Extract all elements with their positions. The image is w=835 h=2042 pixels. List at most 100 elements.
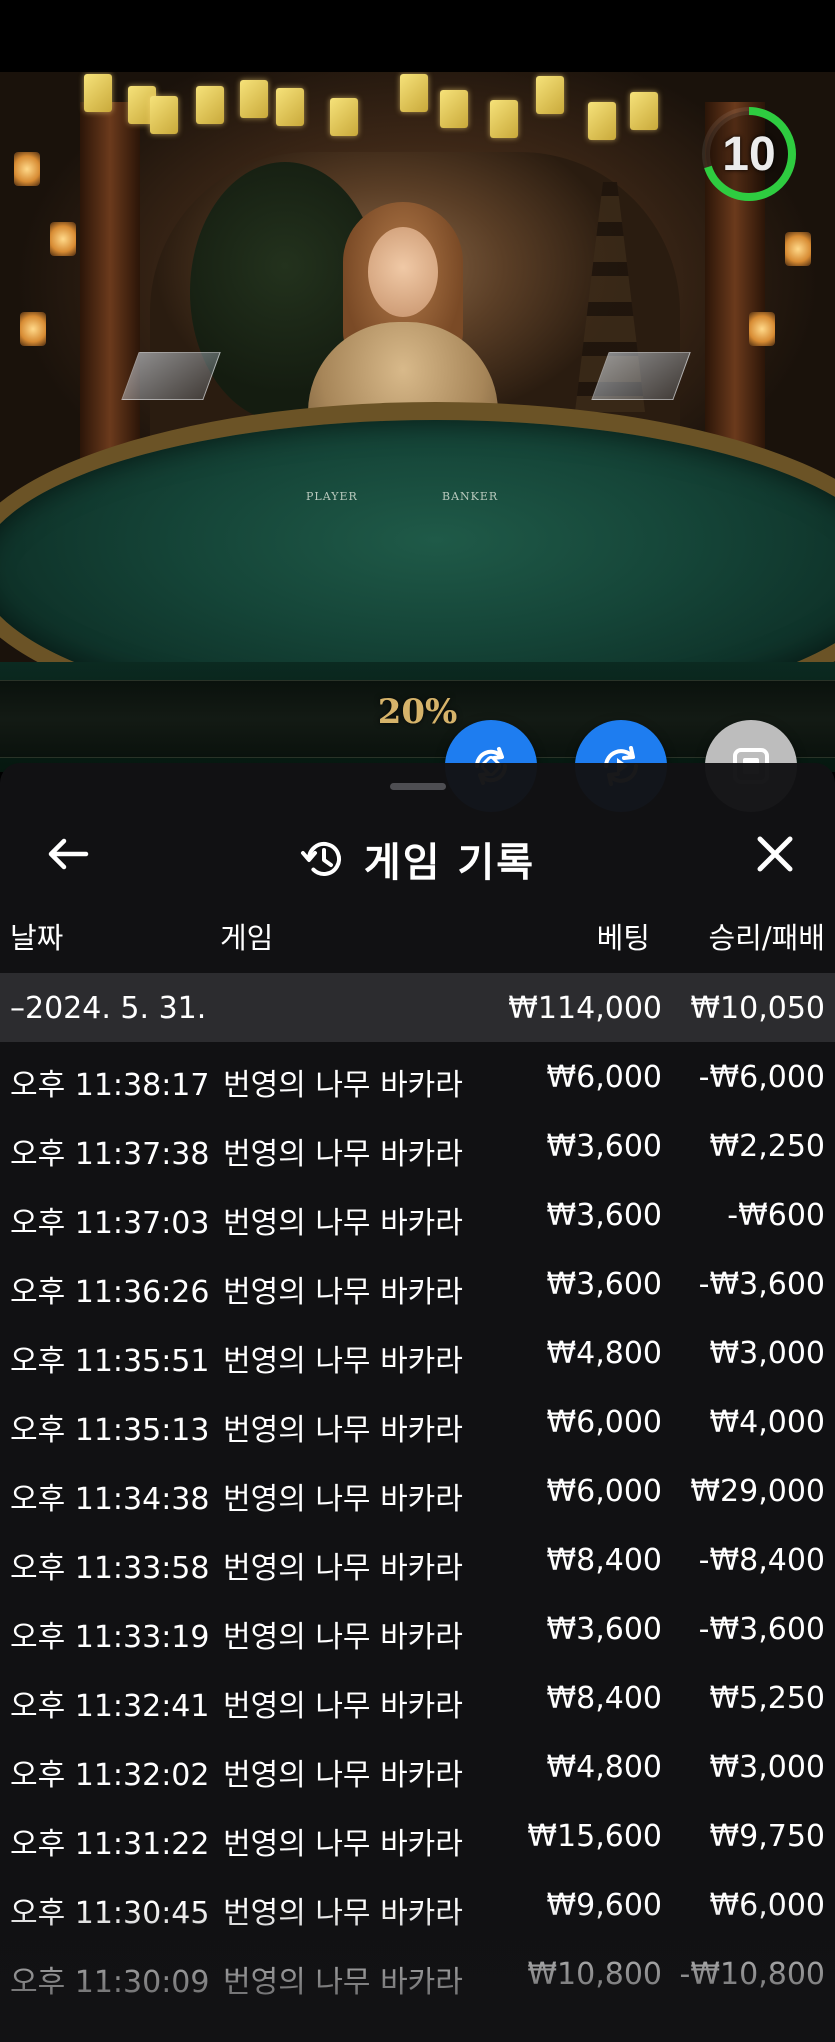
history-row[interactable]: 오후 11:38:17 번영의 나무 바카라 ₩6,000 -₩6,000 bbox=[0, 1042, 835, 1111]
row-time: 오후 11:34:38 bbox=[10, 1482, 210, 1517]
history-row[interactable]: 오후 11:37:03 번영의 나무 바카라 ₩3,600 -₩600 bbox=[0, 1180, 835, 1249]
row-time: 오후 11:38:17 bbox=[10, 1068, 210, 1103]
gold-card-decoration bbox=[240, 80, 268, 118]
lantern-decoration bbox=[50, 222, 76, 256]
row-time: 오후 11:37:38 bbox=[10, 1137, 210, 1172]
history-row[interactable]: 오후 11:37:38 번영의 나무 바카라 ₩3,600 ₩2,250 bbox=[0, 1111, 835, 1180]
row-bet: ₩6,000 bbox=[546, 1060, 662, 1095]
column-header-date: 날짜 bbox=[10, 921, 64, 955]
row-bet: ₩3,600 bbox=[546, 1612, 662, 1647]
gold-card-decoration bbox=[84, 74, 112, 112]
panel-header: 게임 기록 bbox=[0, 808, 835, 898]
card-shoe bbox=[121, 352, 221, 400]
row-time: 오후 11:36:26 bbox=[10, 1275, 210, 1310]
countdown-number: 10 bbox=[722, 127, 776, 181]
summary-winloss: ₩10,050 bbox=[690, 991, 825, 1026]
row-winloss: ₩5,250 bbox=[709, 1681, 825, 1716]
row-winloss: -₩600 bbox=[727, 1198, 825, 1233]
row-bet: ₩15,600 bbox=[527, 1819, 662, 1854]
gold-card-decoration bbox=[196, 86, 224, 124]
gold-card-decoration bbox=[490, 100, 518, 138]
row-winloss: ₩9,750 bbox=[709, 1819, 825, 1854]
row-time: 오후 11:30:09 bbox=[10, 1965, 210, 2000]
gold-card-decoration bbox=[400, 74, 428, 112]
column-header-bet: 베팅 bbox=[596, 921, 650, 955]
promo-percentage: 20% bbox=[377, 692, 458, 732]
history-row[interactable]: 오후 11:33:19 번영의 나무 바카라 ₩3,600 -₩3,600 bbox=[0, 1594, 835, 1663]
lantern-decoration bbox=[749, 312, 775, 346]
row-time: 오후 11:31:22 bbox=[10, 1827, 210, 1862]
history-row[interactable]: 오후 11:32:41 번영의 나무 바카라 ₩8,400 ₩5,250 bbox=[0, 1663, 835, 1732]
history-row[interactable]: 오후 11:33:58 번영의 나무 바카라 ₩8,400 -₩8,400 bbox=[0, 1525, 835, 1594]
row-game: 번영의 나무 바카라 bbox=[223, 1275, 463, 1310]
row-winloss: ₩2,250 bbox=[709, 1129, 825, 1164]
row-game: 번영의 나무 바카라 bbox=[223, 1827, 463, 1862]
history-list: –2024. 5. 31. ₩114,000 ₩10,050 오후 11:38:… bbox=[0, 973, 835, 2008]
column-header-winloss: 승리/패배 bbox=[708, 921, 826, 955]
row-time: 오후 11:35:51 bbox=[10, 1344, 210, 1379]
row-bet: ₩6,000 bbox=[546, 1474, 662, 1509]
history-row[interactable]: 오후 11:35:51 번영의 나무 바카라 ₩4,800 ₩3,000 bbox=[0, 1318, 835, 1387]
row-time: 오후 11:32:41 bbox=[10, 1689, 210, 1724]
row-time: 오후 11:33:19 bbox=[10, 1620, 210, 1655]
panel-title: 게임 기록 bbox=[363, 840, 536, 886]
gold-card-decoration bbox=[440, 90, 468, 128]
row-winloss: -₩3,600 bbox=[698, 1612, 825, 1647]
history-row[interactable]: 오후 11:31:22 번영의 나무 바카라 ₩15,600 ₩9,750 bbox=[0, 1801, 835, 1870]
row-winloss: -₩6,000 bbox=[698, 1060, 825, 1095]
row-time: 오후 11:37:03 bbox=[10, 1206, 210, 1241]
row-bet: ₩4,800 bbox=[546, 1336, 662, 1371]
row-bet: ₩3,600 bbox=[546, 1198, 662, 1233]
panel-title-group: 게임 기록 bbox=[0, 830, 835, 888]
row-game: 번영의 나무 바카라 bbox=[223, 1413, 463, 1448]
discard-tray bbox=[591, 352, 691, 400]
column-header-game: 게임 bbox=[220, 921, 274, 955]
row-game: 번영의 나무 바카라 bbox=[223, 1620, 463, 1655]
gold-card-decoration bbox=[276, 88, 304, 126]
gold-card-decoration bbox=[150, 96, 178, 134]
date-summary-row[interactable]: –2024. 5. 31. ₩114,000 ₩10,050 bbox=[0, 973, 835, 1042]
close-button[interactable] bbox=[749, 828, 801, 880]
row-winloss: ₩6,000 bbox=[709, 1888, 825, 1923]
row-bet: ₩4,800 bbox=[546, 1750, 662, 1785]
row-game: 번영의 나무 바카라 bbox=[223, 1344, 463, 1379]
row-game: 번영의 나무 바카라 bbox=[223, 1068, 463, 1103]
table-banker-label: BANKER bbox=[442, 490, 499, 503]
gold-card-decoration bbox=[630, 92, 658, 130]
row-game: 번영의 나무 바카라 bbox=[223, 1689, 463, 1724]
row-winloss: -₩3,600 bbox=[698, 1267, 825, 1302]
history-row[interactable]: 오후 11:30:09 번영의 나무 바카라 ₩10,800 -₩10,800 bbox=[0, 1939, 835, 2008]
gold-card-decoration bbox=[536, 76, 564, 114]
game-history-panel: 게임 기록 날짜 게임 베팅 승리/패배 –2024. 5. 31. ₩114,… bbox=[0, 763, 835, 2042]
history-row[interactable]: 오후 11:36:26 번영의 나무 바카라 ₩3,600 -₩3,600 bbox=[0, 1249, 835, 1318]
history-row[interactable]: 오후 11:35:13 번영의 나무 바카라 ₩6,000 ₩4,000 bbox=[0, 1387, 835, 1456]
lantern-decoration bbox=[785, 232, 811, 266]
lantern-decoration bbox=[20, 312, 46, 346]
dealer-face bbox=[368, 227, 438, 317]
status-bar bbox=[0, 0, 835, 72]
close-icon bbox=[757, 836, 793, 872]
history-row[interactable]: 오후 11:32:02 번영의 나무 바카라 ₩4,800 ₩3,000 bbox=[0, 1732, 835, 1801]
gold-card-decoration bbox=[330, 98, 358, 136]
history-row[interactable]: 오후 11:30:45 번영의 나무 바카라 ₩9,600 ₩6,000 bbox=[0, 1870, 835, 1939]
row-game: 번영의 나무 바카라 bbox=[223, 1206, 463, 1241]
row-time: 오후 11:30:45 bbox=[10, 1896, 210, 1931]
row-winloss: -₩10,800 bbox=[679, 1957, 825, 1992]
row-winloss: ₩3,000 bbox=[709, 1750, 825, 1785]
countdown-timer: 10 bbox=[700, 105, 798, 203]
row-winloss: ₩4,000 bbox=[709, 1405, 825, 1440]
row-bet: ₩3,600 bbox=[546, 1267, 662, 1302]
row-winloss: ₩3,000 bbox=[709, 1336, 825, 1371]
row-time: 오후 11:32:02 bbox=[10, 1758, 210, 1793]
summary-bet: ₩114,000 bbox=[508, 991, 662, 1026]
history-row[interactable]: 오후 11:34:38 번영의 나무 바카라 ₩6,000 ₩29,000 bbox=[0, 1456, 835, 1525]
lantern-decoration bbox=[14, 152, 40, 186]
row-bet: ₩9,600 bbox=[546, 1888, 662, 1923]
row-time: 오후 11:35:13 bbox=[10, 1413, 210, 1448]
drag-handle[interactable] bbox=[390, 783, 446, 790]
gold-card-decoration bbox=[588, 102, 616, 140]
row-bet: ₩8,400 bbox=[546, 1543, 662, 1578]
row-winloss: -₩8,400 bbox=[698, 1543, 825, 1578]
history-icon bbox=[300, 842, 341, 876]
summary-date: –2024. 5. 31. bbox=[10, 991, 207, 1026]
